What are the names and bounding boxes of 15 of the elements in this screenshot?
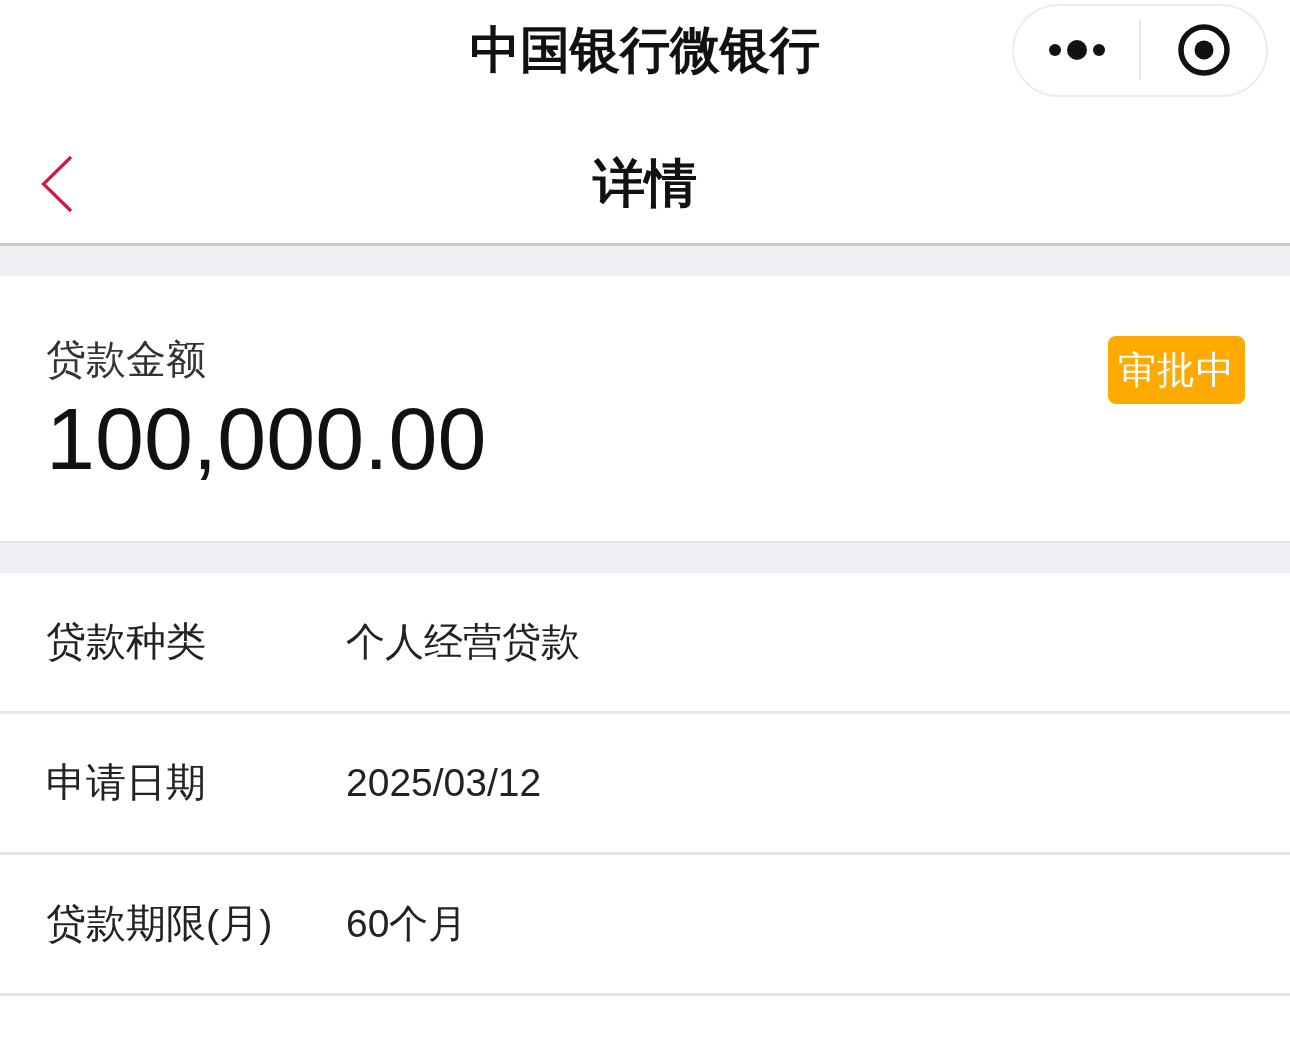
detail-label: 申请日期: [46, 759, 207, 806]
more-icon: [1048, 40, 1105, 60]
detail-label: 贷款种类: [46, 618, 207, 665]
target-icon: [1177, 24, 1230, 76]
page-title: 详情: [593, 153, 697, 215]
detail-value: 2025/03/12: [346, 761, 542, 805]
detail-value: 60个月: [346, 901, 468, 947]
amount-label: 贷款金额: [46, 336, 207, 382]
back-button[interactable]: [41, 154, 73, 213]
detail-value: 个人经营贷款: [346, 619, 580, 665]
detail-label: 贷款期限(月): [46, 900, 274, 947]
status-badge: 审批中: [1108, 336, 1245, 404]
amount-value: 100,000.00: [46, 391, 487, 487]
back-icon: [41, 154, 73, 213]
app-title: 中国银行微银行: [470, 21, 820, 80]
